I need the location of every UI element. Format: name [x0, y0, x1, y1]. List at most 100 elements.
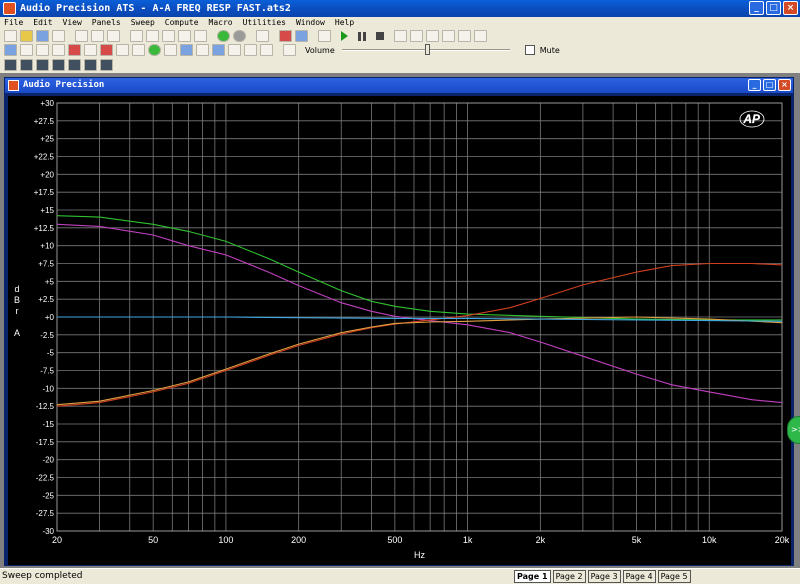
menu-window[interactable]: Window [296, 17, 325, 29]
x-axis-label: Hz [414, 550, 425, 560]
frequency-response-chart[interactable]: +30 +27.5 +25 +22.5 +20 +17.5 +15 +12.5 +10 +7.5 +… [8, 96, 791, 565]
arrow-down-icon[interactable] [212, 44, 225, 56]
filter-icon[interactable] [68, 44, 81, 56]
y-tick-label: +7.5 [38, 260, 54, 269]
export-icon[interactable] [228, 44, 241, 56]
menu-panels[interactable]: Panels [92, 17, 121, 29]
list-icon[interactable] [180, 44, 193, 56]
menu-edit[interactable]: Edit [33, 17, 52, 29]
graph-window-title-bar[interactable]: Audio Precision _ □ × [5, 78, 793, 93]
close-button[interactable]: × [783, 1, 798, 15]
attach-icon[interactable] [164, 44, 177, 56]
reset-icon[interactable] [474, 30, 487, 42]
menu-view[interactable]: View [63, 17, 82, 29]
y-tick-label: +0 [45, 313, 55, 322]
menu-help[interactable]: Help [335, 17, 354, 29]
display-mode-1-icon[interactable] [4, 59, 17, 71]
graph-minimize-button[interactable]: _ [748, 79, 761, 91]
x-tick-label: 10k [702, 535, 717, 545]
y-tick-label: +22.5 [34, 153, 55, 162]
document-icon[interactable] [283, 44, 296, 56]
maximize-button[interactable]: □ [766, 1, 781, 15]
display-mode-5-icon[interactable] [68, 59, 81, 71]
window-icon[interactable] [260, 44, 273, 56]
x-tick-label: 100 [218, 535, 233, 545]
paste-icon[interactable] [178, 30, 191, 42]
copy-icon[interactable] [162, 30, 175, 42]
y-tick-label: +15 [40, 206, 54, 215]
display-mode-3-icon[interactable] [36, 59, 49, 71]
stop-circle-icon[interactable] [233, 30, 246, 42]
analyzer-icon[interactable] [295, 30, 308, 42]
graph-close-button[interactable]: × [778, 79, 791, 91]
bars-icon[interactable] [442, 30, 455, 42]
compute-icon[interactable] [100, 44, 113, 56]
page-tab-5[interactable]: Page 5 [657, 570, 691, 583]
stop-icon[interactable] [376, 32, 384, 40]
open-folder-icon[interactable] [20, 30, 33, 42]
y-tick-label: +12.5 [34, 224, 55, 233]
menu-bar: File Edit View Panels Sweep Compute Macro Utili… [0, 17, 800, 29]
mute-checkbox[interactable] [524, 45, 535, 55]
status-text: Sweep completed [2, 571, 83, 581]
spectrum-icon[interactable] [52, 44, 65, 56]
new-file-icon[interactable] [4, 30, 17, 42]
print-preview-icon[interactable] [91, 30, 104, 42]
y-tick-label: -10 [42, 384, 54, 393]
y-tick-label: +5 [45, 277, 55, 286]
display-mode-2-icon[interactable] [20, 59, 33, 71]
data-grid-icon[interactable] [84, 44, 97, 56]
table-icon[interactable] [244, 44, 257, 56]
arrow-right-icon[interactable] [196, 44, 209, 56]
waveform-icon[interactable] [36, 44, 49, 56]
go-to-icon[interactable] [410, 30, 423, 42]
menu-utilities[interactable]: Utilities [243, 17, 286, 29]
display-mode-4-icon[interactable] [52, 59, 65, 71]
side-panel-toggle[interactable]: >> [787, 416, 800, 444]
import-icon[interactable] [107, 30, 120, 42]
speaker-icon[interactable] [116, 44, 129, 56]
hand-icon[interactable] [394, 30, 407, 42]
display-mode-7-icon[interactable] [100, 59, 113, 71]
dial-icon[interactable] [458, 30, 471, 42]
page-tab-1[interactable]: Page 1 [514, 570, 551, 583]
check-icon[interactable] [132, 44, 145, 56]
signal-icon[interactable] [426, 30, 439, 42]
pause-icon[interactable] [358, 31, 366, 41]
volume-slider-thumb[interactable] [424, 44, 430, 55]
sweep-settings-icon[interactable] [318, 30, 331, 42]
fft-icon[interactable] [20, 44, 33, 56]
x-tick-label: 5k [632, 535, 642, 545]
save-icon[interactable] [36, 30, 49, 42]
y-tick-label: -22.5 [36, 474, 55, 483]
plot-area[interactable]: +30 +27.5 +25 +22.5 +20 +17.5 +15 +12.5 +10 +7.5 +… [8, 96, 791, 565]
undo-icon[interactable] [130, 30, 143, 42]
menu-compute[interactable]: Compute [165, 17, 199, 29]
limits-icon[interactable] [148, 44, 161, 56]
save-all-icon[interactable] [52, 30, 65, 42]
display-mode-6-icon[interactable] [84, 59, 97, 71]
delete-icon[interactable] [194, 30, 207, 42]
display-toolbar [0, 57, 800, 73]
print-icon[interactable] [75, 30, 88, 42]
y-tick-label: -27.5 [36, 509, 55, 518]
sweep-graph-icon[interactable] [4, 44, 17, 56]
minimize-button[interactable]: _ [749, 1, 764, 15]
app-title-bar[interactable]: Audio Precision ATS - A-A FREQ RESP FAST… [0, 0, 800, 17]
cut-icon[interactable] [146, 30, 159, 42]
page-tab-3[interactable]: Page 3 [587, 570, 621, 583]
y-axis-label-letter: r [16, 306, 19, 316]
settings-panel-icon[interactable] [256, 30, 269, 42]
page-tab-2[interactable]: Page 2 [552, 570, 586, 583]
go-icon[interactable] [217, 30, 230, 42]
play-icon[interactable] [341, 31, 348, 41]
menu-sweep[interactable]: Sweep [131, 17, 155, 29]
menu-file[interactable]: File [4, 17, 23, 29]
graph-maximize-button[interactable]: □ [763, 79, 776, 91]
y-tick-label: +2.5 [38, 295, 54, 304]
chart-background [8, 96, 791, 565]
menu-macro[interactable]: Macro [209, 17, 233, 29]
generator-icon[interactable] [279, 30, 292, 42]
page-tab-4[interactable]: Page 4 [622, 570, 656, 583]
volume-slider[interactable] [341, 44, 510, 56]
